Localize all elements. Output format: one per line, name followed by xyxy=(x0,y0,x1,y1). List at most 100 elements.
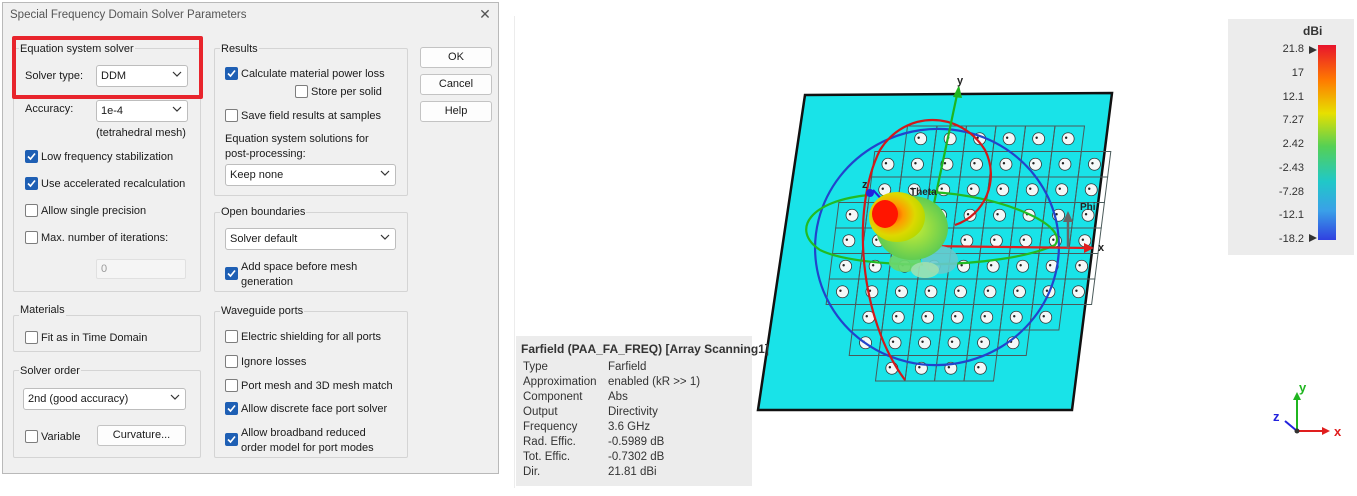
array-element xyxy=(918,336,931,350)
triad-x-label: x xyxy=(1334,424,1342,439)
feed-point xyxy=(963,238,967,241)
legend-markers xyxy=(1309,46,1317,242)
info-value: -0.5989 dB xyxy=(608,436,665,448)
feed-point xyxy=(921,340,924,343)
legend-tick-label: -18.2 xyxy=(1278,233,1304,245)
feed-point xyxy=(1022,238,1026,241)
eq-solutions-label-1: Equation system solutions for xyxy=(225,133,369,145)
triad-z-label: z xyxy=(1273,409,1280,424)
info-value: enabled (kR >> 1) xyxy=(608,376,701,388)
single-precision-label: Allow single precision xyxy=(41,205,147,217)
cancel-button[interactable]: Cancel xyxy=(420,74,492,95)
close-icon[interactable]: ✕ xyxy=(476,5,494,23)
save-field-checkbox[interactable] xyxy=(225,109,238,122)
array-element xyxy=(954,285,967,299)
info-key: Frequency xyxy=(523,421,578,433)
array-element xyxy=(924,285,938,299)
legend-tick-label: -2.43 xyxy=(1278,161,1304,174)
feed-point xyxy=(917,136,920,139)
solver-order-value: 2nd (good accuracy) xyxy=(28,393,129,405)
single-precision-checkbox[interactable] xyxy=(25,204,38,217)
array-element xyxy=(986,259,1000,273)
feed-point xyxy=(845,238,849,241)
help-button[interactable]: Help xyxy=(420,101,492,122)
feed-point xyxy=(989,264,993,267)
array-element xyxy=(999,157,1013,171)
feed-point xyxy=(1075,289,1078,292)
info-value: Abs xyxy=(608,391,628,403)
feed-point xyxy=(1084,213,1088,216)
accelerated-recalc-label: Use accelerated recalculation xyxy=(41,178,186,190)
array-element xyxy=(1055,183,1069,197)
feed-point xyxy=(891,340,895,343)
array-element xyxy=(977,336,990,350)
variable-label: Variable xyxy=(41,431,81,443)
discrete-face-label: Allow discrete face port solver xyxy=(241,403,388,415)
array-element xyxy=(973,361,987,375)
ok-button[interactable]: OK xyxy=(420,47,492,68)
solver-order-select[interactable]: 2nd (good accuracy) xyxy=(23,388,186,410)
max-iterations-checkbox[interactable] xyxy=(25,231,38,244)
feed-point xyxy=(970,187,973,190)
feed-point xyxy=(1013,315,1016,318)
broadband-checkbox[interactable] xyxy=(225,433,238,446)
waveguide-ports-group-label: Waveguide ports xyxy=(220,305,305,317)
array-element xyxy=(911,157,924,171)
x-axis-label: x xyxy=(1098,242,1105,254)
legend-tick-label: 12.1 xyxy=(1282,90,1304,103)
accuracy-value: 1e-4 xyxy=(101,105,124,117)
open-boundaries-value: Solver default xyxy=(230,233,298,245)
chevron-down-icon xyxy=(380,234,390,240)
discrete-face-checkbox[interactable] xyxy=(225,402,238,415)
curvature-button[interactable]: Curvature... xyxy=(97,425,186,446)
array-element xyxy=(891,310,905,324)
ignore-losses-label: Ignore losses xyxy=(241,356,307,368)
array-element xyxy=(996,183,1010,197)
feed-point xyxy=(993,238,996,241)
calc-power-loss-checkbox[interactable] xyxy=(225,67,238,80)
z-axis-label: z xyxy=(862,179,868,191)
low-frequency-checkbox[interactable] xyxy=(25,150,38,163)
feed-point xyxy=(1058,187,1061,190)
array-element xyxy=(888,336,902,350)
array-element xyxy=(970,157,983,171)
array-element xyxy=(845,208,859,222)
info-key: Tot. Effic. xyxy=(523,451,571,463)
array-element xyxy=(836,285,849,299)
info-key: Output xyxy=(523,406,558,418)
fit-time-domain-checkbox[interactable] xyxy=(25,331,38,344)
accelerated-recalc-checkbox[interactable] xyxy=(25,177,38,190)
feed-point xyxy=(999,187,1002,190)
eq-solutions-select[interactable]: Keep none xyxy=(225,164,396,186)
broadband-label-2: order model for port modes xyxy=(241,442,374,454)
array-element xyxy=(1009,310,1023,324)
legend-unit: dBi xyxy=(1303,24,1323,38)
open-boundaries-select[interactable]: Solver default xyxy=(225,228,396,250)
array-element xyxy=(1019,234,1033,248)
array-element xyxy=(966,183,980,197)
feed-point xyxy=(996,213,999,216)
add-space-checkbox[interactable] xyxy=(225,267,238,280)
feed-point xyxy=(1029,187,1032,190)
max-iterations-value: 0 xyxy=(101,263,108,275)
legend-tick-label: -7.28 xyxy=(1278,185,1304,198)
info-value: 3.6 GHz xyxy=(608,421,651,433)
info-value: -0.7302 dB xyxy=(608,451,665,463)
store-per-solid-checkbox[interactable] xyxy=(295,85,308,98)
info-value: Directivity xyxy=(608,406,658,418)
accuracy-select[interactable]: 1e-4 xyxy=(96,100,188,122)
array-element xyxy=(950,310,964,324)
array-element xyxy=(980,310,994,324)
variable-checkbox[interactable] xyxy=(25,430,38,443)
array-element xyxy=(1088,157,1101,171)
mesh-match-checkbox[interactable] xyxy=(225,379,238,392)
electric-shielding-checkbox[interactable] xyxy=(225,330,238,343)
triad-y-label: y xyxy=(1299,380,1307,395)
feed-point xyxy=(954,315,957,318)
ignore-losses-checkbox[interactable] xyxy=(225,355,238,368)
feed-point xyxy=(1045,289,1049,292)
feed-point xyxy=(1035,136,1038,139)
feed-point xyxy=(1091,162,1094,165)
eq-solutions-label-2: post-processing: xyxy=(225,148,306,160)
orientation-triad xyxy=(1284,392,1330,435)
